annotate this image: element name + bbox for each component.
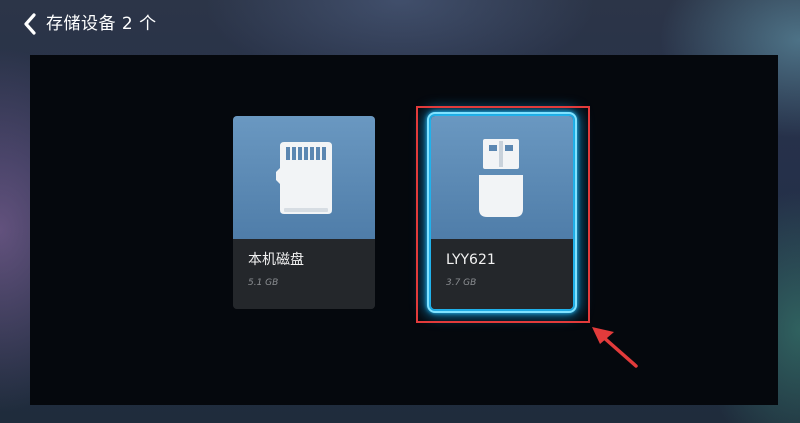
device-name: 本机磁盘 [248, 252, 304, 268]
device-size: 3.7 GB [446, 278, 477, 288]
storage-card-usb-drive[interactable]: LYY621 3.7 GB [427, 112, 577, 313]
usb-drive-icon [479, 138, 523, 217]
page-title: 存储设备 2 个 [46, 14, 157, 34]
chevron-left-icon [24, 13, 36, 35]
storage-panel [30, 55, 778, 405]
card-info: LYY621 3.7 GB [431, 239, 573, 309]
storage-card-local-disk[interactable]: 本机磁盘 5.1 GB [233, 116, 375, 309]
card-info: 本机磁盘 5.1 GB [233, 239, 375, 309]
back-button[interactable] [18, 10, 42, 38]
sd-card-icon [276, 141, 332, 214]
device-size: 5.1 GB [248, 278, 279, 288]
device-name: LYY621 [446, 252, 496, 268]
card-thumbnail [233, 116, 375, 239]
header: 存储设备 2 个 [0, 0, 800, 50]
card-thumbnail [431, 116, 573, 239]
